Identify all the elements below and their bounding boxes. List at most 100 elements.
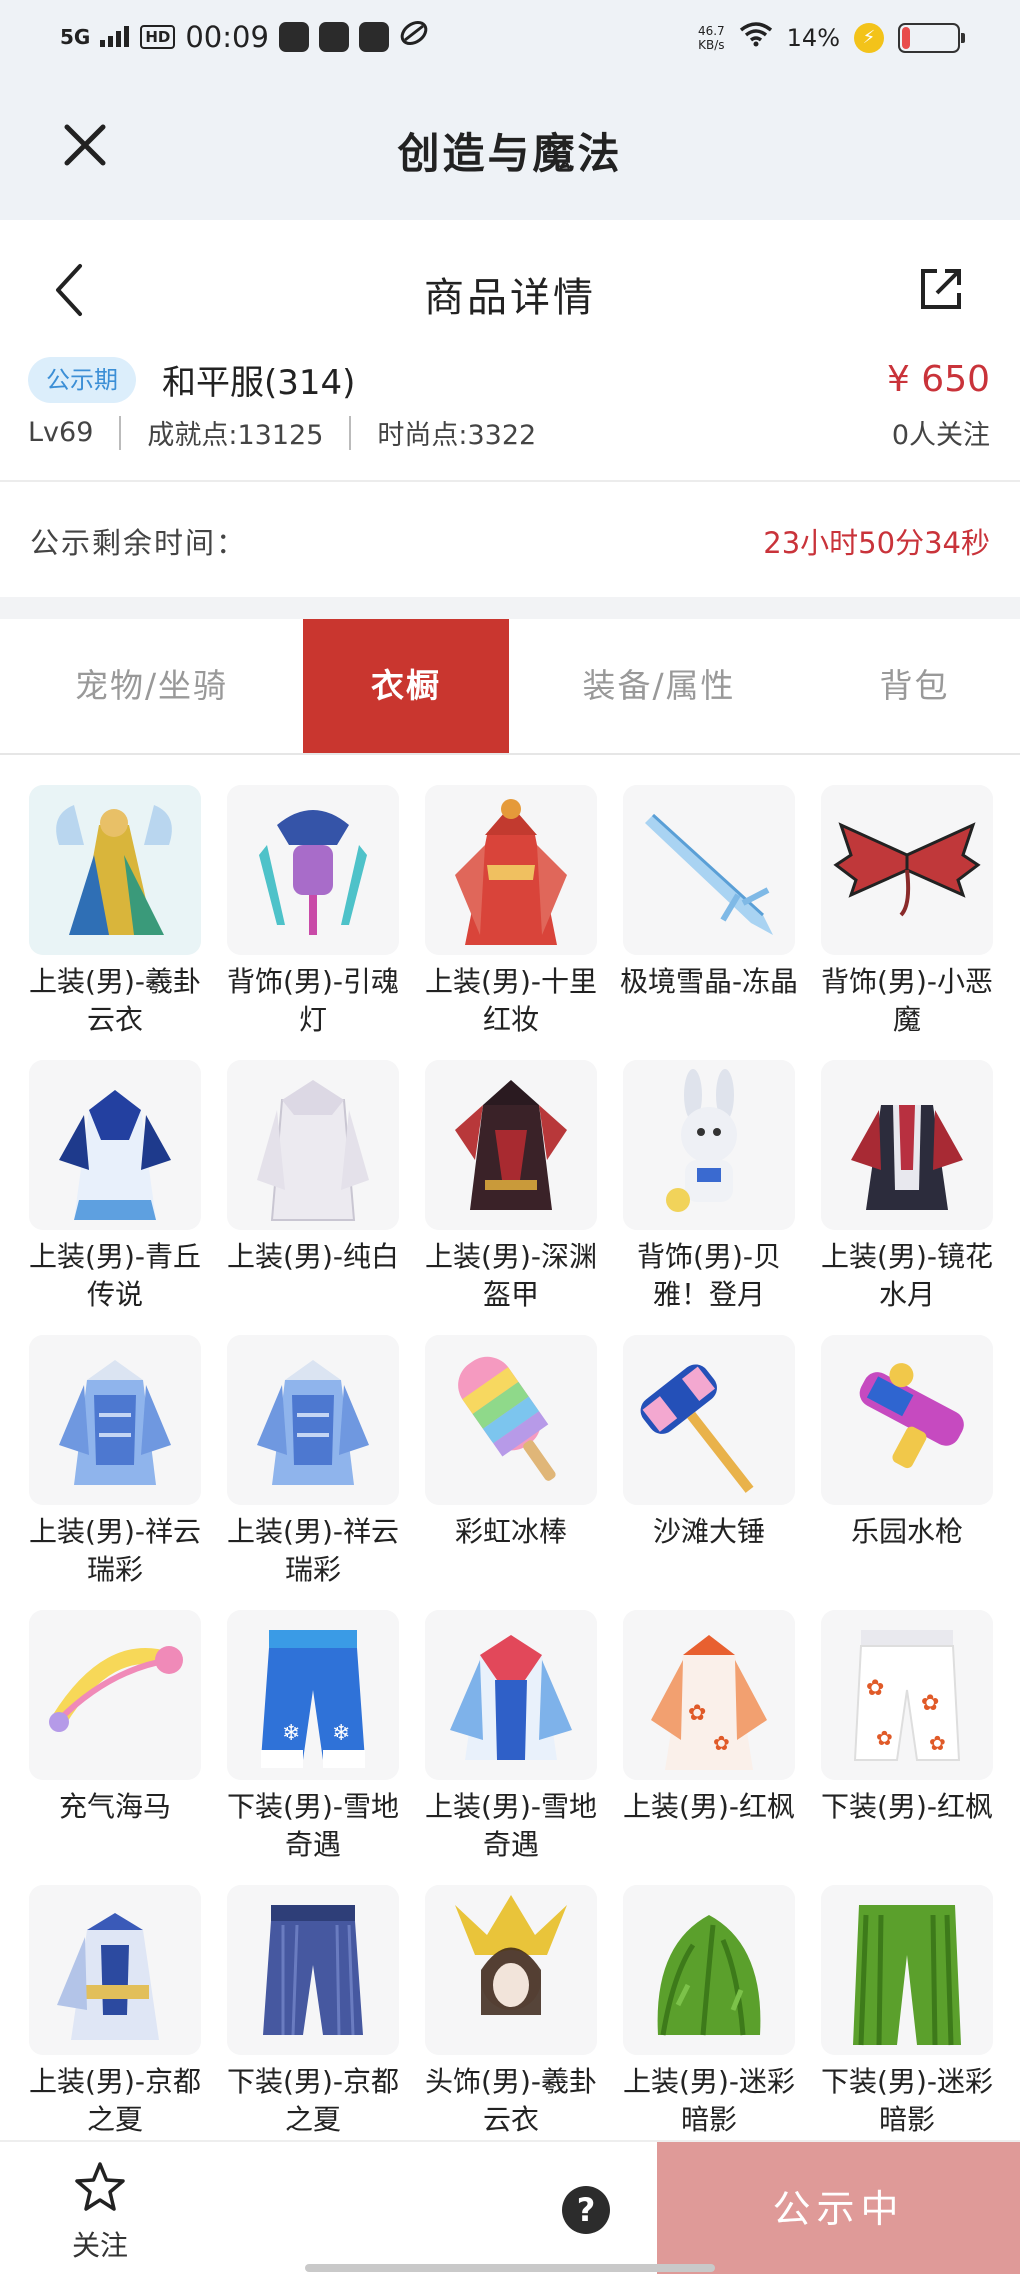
battery-icon [898,22,965,53]
wardrobe-item-name: 下装(男)-迷彩暗影 [821,2065,993,2136]
wardrobe-item[interactable]: 下装(男)-京都之夏 [227,1885,399,2139]
countdown-value: 23小时50分34秒 [763,526,990,560]
wardrobe-item-name: 下装(男)-红枫 [821,1790,993,1823]
wardrobe-item[interactable]: 头饰(男)-羲卦云衣 [425,1885,597,2139]
tab-equipment[interactable]: 装备/属性 [509,619,809,753]
status-left: 5G HD 00:09 [60,18,429,56]
wardrobe-item[interactable]: 极境雪晶-冻晶 [620,785,798,1001]
price: ¥ 650 [886,359,990,400]
water-gun-icon [821,1335,993,1505]
bunny-astronaut-icon [623,1060,795,1230]
inflatable-seahorse-icon [29,1610,201,1780]
signal-icon [100,20,130,55]
wardrobe-item[interactable]: ❄ ❄ 下装(男)-雪地奇遇 [227,1610,399,1864]
player-stats: Lv69 成就点:13125 时尚点:3322 [28,413,536,452]
demon-wings-icon [821,785,993,955]
wardrobe-item-name: 背饰(男)-引魂灯 [227,965,399,1036]
wardrobe-item[interactable]: 上装(男)-纯白 [227,1060,399,1276]
wardrobe-item[interactable]: 上装(男)-京都之夏 [29,1885,201,2139]
wifi-icon [739,20,773,55]
wardrobe-item[interactable]: 上装(男)-雪地奇遇 [425,1610,597,1864]
wardrobe-item[interactable]: 背饰(男)-贝雅！登月 [623,1060,795,1314]
wardrobe-item[interactable]: 背饰(男)-小恶魔 [821,785,993,1039]
hd-badge: HD [140,25,176,49]
svg-text:❄: ❄ [332,1721,350,1746]
section-gap [0,597,1020,619]
wardrobe-item-name: 上装(男)-雪地奇遇 [425,1790,597,1861]
wardrobe-item[interactable]: 充气海马 [29,1610,201,1826]
wardrobe-item[interactable]: 上装(男)-镜花水月 [821,1060,993,1314]
wardrobe-item[interactable]: 上装(男)-青丘传说 [29,1060,201,1314]
svg-text:❄: ❄ [282,1721,300,1746]
follower-count: 0人关注 [891,420,990,451]
app-title: 创造与魔法 [397,129,623,178]
wardrobe-item-name: 极境雪晶-冻晶 [619,965,799,998]
status-bar: 5G HD 00:09 46.7 KB/s 14% ⚡ [0,0,1020,75]
home-indicator [305,2264,715,2272]
wardrobe-item[interactable]: 乐园水枪 [821,1335,993,1551]
robe-gold-blue-icon [29,785,201,955]
robe-blue-white-icon [29,1060,201,1230]
achievement-points: 成就点:13125 [147,420,324,451]
armor-light-blue-icon [227,1335,399,1505]
pants-maple-icon: ✿ ✿ ✿ ✿ [821,1610,993,1780]
net-speed-value: 46.7 [697,23,725,38]
armor-dark-red-icon [425,1060,597,1230]
net-speed: 46.7 KB/s [698,24,725,52]
wardrobe-item[interactable]: 彩虹冰棒 [425,1335,597,1551]
ghillie-top-icon [623,1885,795,2055]
help-button[interactable]: ? [562,2186,610,2234]
tab-wardrobe[interactable]: 衣橱 [303,619,509,753]
ice-sword-icon [623,785,795,955]
tab-bar: 宠物/坐骑 衣橱 装备/属性 背包 [0,619,1020,755]
public-status-button[interactable]: 公示中 [657,2142,1020,2274]
wardrobe-item-name: 下装(男)-雪地奇遇 [227,1790,399,1861]
svg-text:✿: ✿ [866,1676,884,1701]
wardrobe-item-name: 上装(男)-祥云瑞彩 [29,1515,201,1586]
status-badge: 公示期 [28,357,136,403]
coat-white-icon [227,1060,399,1230]
battery-percent: 14% [786,23,840,52]
wardrobe-item-name: 背饰(男)-贝雅！登月 [637,1240,781,1311]
wardrobe-item[interactable]: 沙滩大锤 [623,1335,795,1551]
tab-pets-mounts[interactable]: 宠物/坐骑 [0,619,303,753]
wardrobe-item-name: 上装(男)-迷彩暗影 [623,2065,795,2136]
wardrobe-item[interactable]: 上装(男)-十里红妆 [425,785,597,1039]
robe-maple-icon: ✿ ✿ [623,1610,795,1780]
wardrobe-item[interactable]: 背饰(男)-引魂灯 [227,785,399,1039]
star-icon [75,2162,125,2211]
share-button[interactable] [917,265,965,313]
wardrobe-item[interactable]: ✿ ✿ 上装(男)-红枫 [623,1610,795,1826]
lantern-back-icon [227,785,399,955]
wardrobe-item-name: 乐园水枪 [850,1515,963,1548]
wardrobe-item-name: 上装(男)-红枫 [623,1790,795,1823]
wardrobe-item-name: 上装(男)-深渊盔甲 [425,1240,597,1311]
wardrobe-item[interactable]: 上装(男)-羲卦云衣 [29,785,201,1039]
wardrobe-item[interactable]: 下装(男)-迷彩暗影 [821,1885,993,2139]
follow-button[interactable]: 关注 [60,2160,140,2262]
pants-kyoto-icon [227,1885,399,2055]
wardrobe-item-name: 下装(男)-京都之夏 [227,2065,399,2136]
wardrobe-item-name: 上装(男)-十里红妆 [425,965,597,1036]
external-link-icon [921,269,961,309]
svg-text:✿: ✿ [921,1691,939,1716]
wardrobe-item[interactable]: 上装(男)-深渊盔甲 [425,1060,597,1314]
robe-kyoto-icon [29,1885,201,2055]
bottom-bar: 关注 ? 公示中 [0,2140,1020,2274]
seller-info: 公示期 和平服(314) ¥ 650 Lv69 成就点:13125 时尚点:33… [0,345,1020,480]
wardrobe-item[interactable]: 上装(男)-迷彩暗影 [623,1885,795,2139]
wardrobe-item-name: 充气海马 [58,1790,171,1823]
wardrobe-item[interactable]: 上装(男)-祥云瑞彩 [227,1335,399,1589]
wardrobe-item[interactable]: ✿ ✿ ✿ ✿ 下装(男)-红枫 [821,1610,993,1826]
tab-backpack[interactable]: 背包 [809,619,1020,753]
countdown-label: 公示剩余时间： [30,526,248,560]
svg-text:✿: ✿ [929,1731,946,1755]
detail-title: 商品详情 [424,275,596,321]
armor-light-blue-icon [29,1335,201,1505]
wardrobe-item[interactable]: 上装(男)-祥云瑞彩 [29,1335,201,1589]
headdress-gold-icon [425,1885,597,2055]
wardrobe-item-name: 头饰(男)-羲卦云衣 [425,2065,597,2136]
server-name: 和平服(314) [162,363,356,403]
mail-notification-icon-2 [358,22,389,52]
countdown-row: 公示剩余时间： 23小时50分34秒 [0,482,1020,597]
